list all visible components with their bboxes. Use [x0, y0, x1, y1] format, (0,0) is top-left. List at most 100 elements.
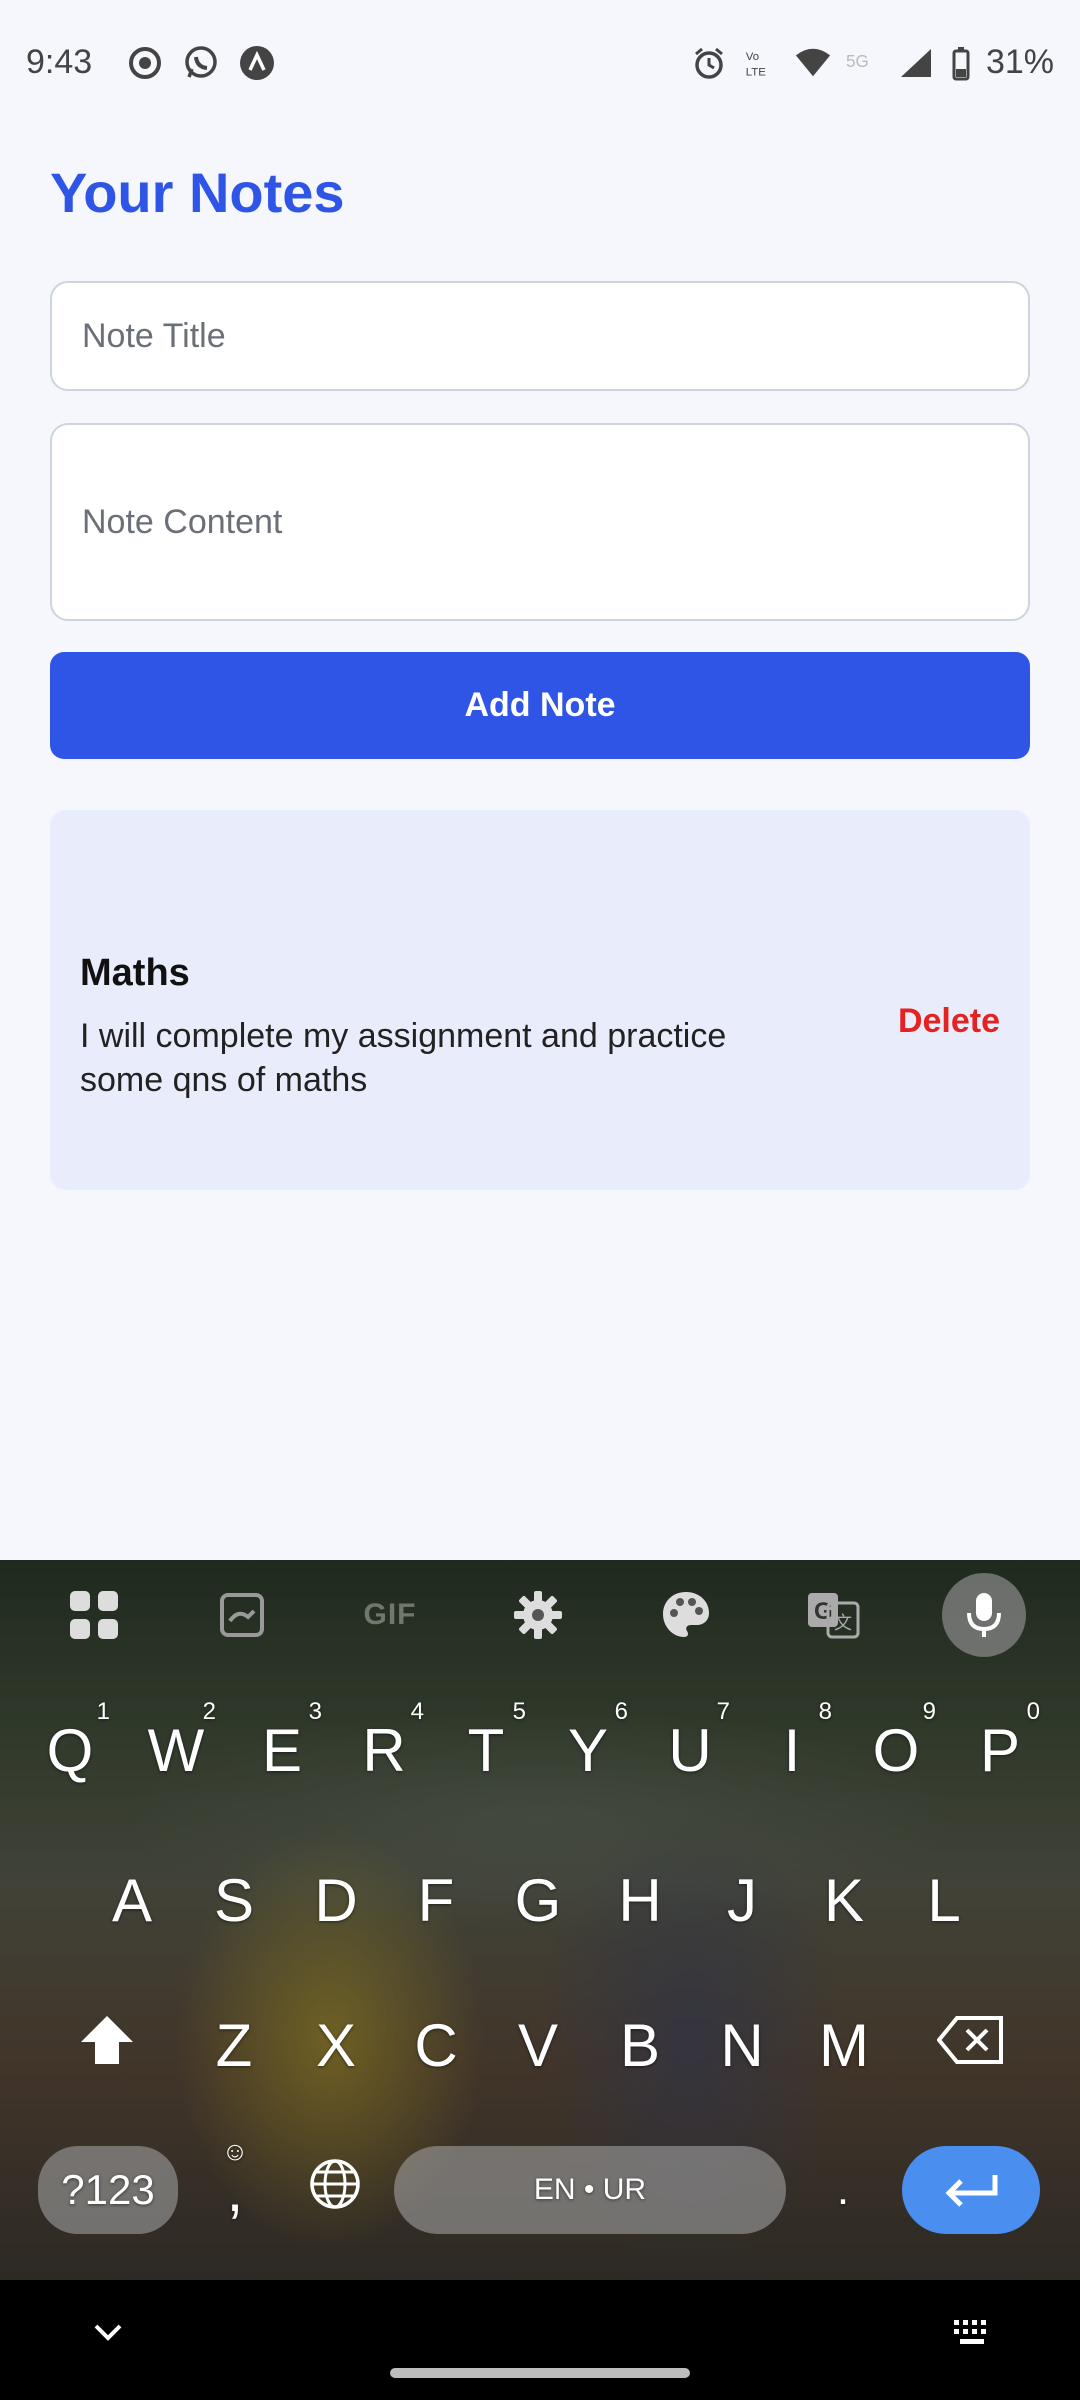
key-b[interactable]: B — [590, 1985, 690, 2105]
translate-icon[interactable]: G文 — [794, 1575, 874, 1655]
key-z[interactable]: Z — [184, 1985, 284, 2105]
key-v[interactable]: V — [488, 1985, 588, 2105]
keyboard-row-2: A S D F G H J K L — [0, 1840, 1080, 1970]
key-q[interactable]: Q1 — [20, 1690, 120, 1810]
battery-icon — [950, 44, 972, 82]
key-label: Q — [46, 1716, 94, 1784]
app-notification-icon — [238, 44, 276, 82]
key-hint: 7 — [716, 1698, 730, 1725]
gif-button[interactable]: GIF — [350, 1575, 430, 1655]
navigation-bar — [0, 2280, 1080, 2400]
backspace-icon — [936, 2011, 1005, 2080]
key-r[interactable]: R4 — [334, 1690, 434, 1810]
key-u[interactable]: U7 — [640, 1690, 740, 1810]
keyboard-row-4: ?123 ☺ , EN • UR . — [0, 2130, 1080, 2260]
note-content-input[interactable]: Note Content — [50, 423, 1030, 621]
status-bar: 9:43 Vo LTE 5G 31% — [0, 0, 1080, 125]
note-content-placeholder: Note Content — [82, 502, 283, 541]
soft-keyboard: GIF G文 Q1 W2 E3 R4 T5 Y6 U7 I8 O9 P0 A S… — [0, 1560, 1080, 2280]
key-hint: 3 — [308, 1698, 322, 1725]
period-key[interactable]: . — [796, 2130, 890, 2250]
note-title-input[interactable]: Note Title — [50, 281, 1030, 391]
key-hint: 2 — [202, 1698, 216, 1725]
add-note-button[interactable]: Add Note — [50, 652, 1030, 759]
key-d[interactable]: D — [286, 1840, 386, 1960]
settings-icon[interactable] — [498, 1575, 578, 1655]
screen-record-icon — [126, 44, 164, 82]
key-label: O — [872, 1716, 920, 1784]
key-e[interactable]: E3 — [232, 1690, 332, 1810]
delete-note-button[interactable]: Delete — [898, 1002, 1000, 1041]
emoji-hint-icon: ☺ — [221, 2136, 249, 2166]
key-label: P — [979, 1716, 1021, 1784]
svg-text:文: 文 — [834, 1613, 852, 1633]
whatsapp-icon — [182, 44, 220, 82]
key-label: Y — [567, 1716, 609, 1784]
key-j[interactable]: J — [692, 1840, 792, 1960]
key-hint: 4 — [410, 1698, 424, 1725]
battery-percentage: 31% — [985, 43, 1054, 81]
shift-icon — [79, 2011, 135, 2080]
note-title: Maths — [80, 952, 190, 994]
5g-icon: 5G — [846, 44, 884, 82]
key-t[interactable]: T5 — [436, 1690, 536, 1810]
backspace-key[interactable] — [916, 1985, 1026, 2105]
key-s[interactable]: S — [184, 1840, 284, 1960]
volte-icon: Vo LTE — [742, 44, 780, 82]
keyboard-row-1: Q1 W2 E3 R4 T5 Y6 U7 I8 O9 P0 — [0, 1690, 1080, 1820]
language-key[interactable] — [288, 2130, 382, 2250]
space-bar[interactable]: EN • UR — [394, 2146, 786, 2234]
home-gesture-handle[interactable] — [390, 2368, 690, 2378]
keyboard-switch-icon[interactable] — [952, 2318, 992, 2348]
key-h[interactable]: H — [590, 1840, 690, 1960]
page-title: Your Notes — [50, 161, 345, 224]
symbols-key[interactable]: ?123 — [38, 2146, 178, 2234]
svg-text:LTE: LTE — [746, 66, 766, 78]
note-content: I will complete my assignment and practi… — [80, 1017, 727, 1099]
status-time: 9:43 — [26, 43, 93, 81]
keyboard-row-3: Z X C V B N M — [0, 1985, 1080, 2115]
key-a[interactable]: A — [82, 1840, 182, 1960]
signal-icon — [898, 44, 936, 82]
shift-key[interactable] — [52, 1985, 162, 2105]
key-y[interactable]: Y6 — [538, 1690, 638, 1810]
key-f[interactable]: F — [386, 1840, 486, 1960]
comma-key[interactable]: ☺ , — [188, 2130, 282, 2250]
enter-icon — [941, 2156, 1001, 2225]
key-l[interactable]: L — [894, 1840, 994, 1960]
mic-icon[interactable] — [942, 1573, 1026, 1657]
key-hint: 6 — [614, 1698, 628, 1725]
keyboard-toolbar: GIF G文 — [0, 1560, 1080, 1670]
key-c[interactable]: C — [386, 1985, 486, 2105]
key-m[interactable]: M — [794, 1985, 894, 2105]
key-label: I — [783, 1716, 801, 1784]
key-hint: 9 — [922, 1698, 936, 1725]
globe-icon — [308, 2156, 362, 2225]
key-hint: 0 — [1026, 1698, 1040, 1725]
palette-icon[interactable] — [646, 1575, 726, 1655]
key-g[interactable]: G — [488, 1840, 588, 1960]
key-label: R — [362, 1716, 406, 1784]
enter-key[interactable] — [902, 2146, 1040, 2234]
key-k[interactable]: K — [794, 1840, 894, 1960]
key-label: W — [147, 1716, 205, 1784]
key-o[interactable]: O9 — [846, 1690, 946, 1810]
wifi-icon — [794, 44, 832, 82]
note-card: Maths I will complete my assignment and … — [50, 810, 1030, 1190]
apps-grid-icon[interactable] — [54, 1575, 134, 1655]
alarm-icon — [690, 44, 728, 82]
note-title-placeholder: Note Title — [82, 316, 226, 355]
key-w[interactable]: W2 — [126, 1690, 226, 1810]
key-p[interactable]: P0 — [950, 1690, 1050, 1810]
key-hint: 5 — [512, 1698, 526, 1725]
svg-text:5G: 5G — [846, 51, 869, 70]
key-i[interactable]: I8 — [742, 1690, 842, 1810]
key-label: U — [668, 1716, 712, 1784]
key-label: T — [467, 1716, 505, 1784]
sticker-icon[interactable] — [202, 1575, 282, 1655]
svg-text:Vo: Vo — [746, 51, 759, 63]
key-n[interactable]: N — [692, 1985, 792, 2105]
key-x[interactable]: X — [286, 1985, 386, 2105]
key-hint: 8 — [818, 1698, 832, 1725]
chevron-down-icon[interactable] — [88, 2312, 128, 2352]
